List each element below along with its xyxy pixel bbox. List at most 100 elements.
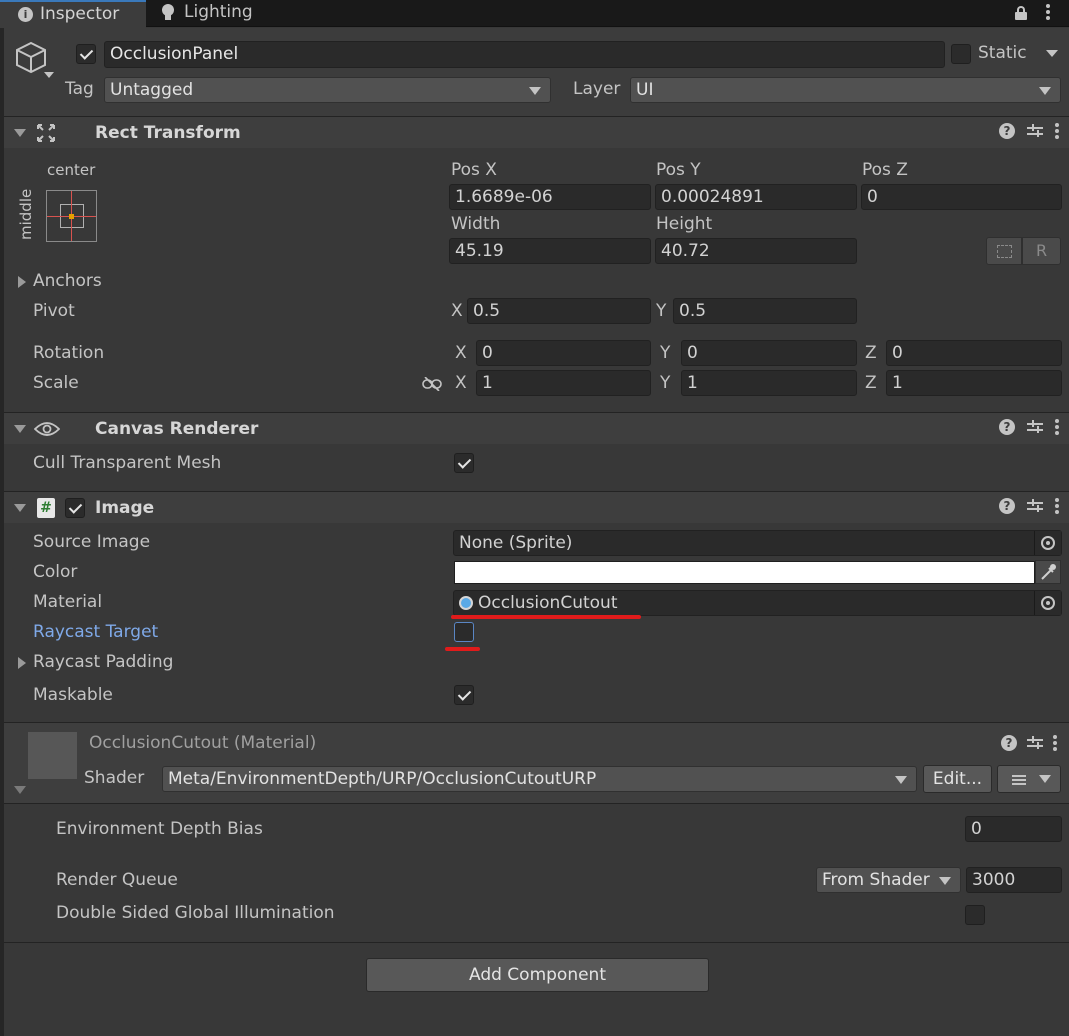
raycast-target-checkbox[interactable] [454, 622, 474, 642]
material-preview-thumbnail [28, 732, 77, 779]
tag-label: Tag [65, 79, 94, 99]
help-icon[interactable]: ? [999, 123, 1015, 139]
scale-z-axis: Z [865, 373, 877, 393]
material-picker-button[interactable] [1034, 591, 1061, 615]
shader-edit-button[interactable]: Edit... [923, 765, 992, 793]
static-dropdown-arrow[interactable] [1046, 50, 1058, 57]
presets-icon[interactable] [1027, 735, 1043, 751]
dsgi-checkbox[interactable] [965, 905, 985, 925]
lock-icon[interactable] [1014, 6, 1028, 20]
pos-x-field[interactable]: 1.6689e-06 [449, 184, 651, 210]
anchor-presets-button[interactable] [46, 190, 97, 242]
image-header[interactable]: # Image ? [4, 491, 1069, 523]
kebab-menu-icon[interactable] [1055, 419, 1059, 435]
chevron-down-icon [1039, 87, 1051, 95]
tab-lighting[interactable]: Lighting [148, 0, 278, 27]
help-icon[interactable]: ? [999, 498, 1015, 514]
help-icon[interactable]: ? [999, 419, 1015, 435]
shader-edit-label: Edit... [932, 769, 983, 789]
layer-dropdown[interactable]: UI [630, 77, 1061, 103]
dsgi-label: Double Sided Global Illumination [56, 903, 335, 923]
pos-z-field[interactable]: 0 [861, 184, 1062, 210]
presets-icon[interactable] [1027, 419, 1043, 435]
layer-value: UI [636, 80, 654, 100]
tab-lighting-label: Lighting [184, 2, 253, 22]
pivot-x-field[interactable]: 0.5 [467, 298, 651, 324]
cube-icon [14, 40, 48, 74]
pivot-x-axis: X [451, 301, 463, 321]
color-field[interactable] [454, 561, 1035, 584]
rot-x-field[interactable]: 0 [476, 340, 651, 366]
static-toggle[interactable] [951, 44, 971, 64]
scale-x-axis: X [455, 373, 467, 393]
kebab-menu-icon[interactable] [1055, 123, 1059, 139]
cull-transparent-mesh-checkbox[interactable] [454, 453, 474, 473]
scale-z-field[interactable]: 1 [886, 370, 1062, 396]
height-label: Height [656, 214, 713, 234]
render-queue-field[interactable]: 3000 [966, 867, 1062, 893]
material-field[interactable]: OcclusionCutout [453, 590, 1062, 616]
presets-icon[interactable] [1027, 498, 1043, 514]
tab-inspector-label: Inspector [40, 4, 120, 24]
icon-dropdown-arrow[interactable] [44, 72, 54, 78]
foldout-arrow-icon [14, 504, 26, 512]
shader-options-dropdown[interactable] [997, 765, 1061, 793]
pos-x-label: Pos X [451, 160, 497, 180]
rot-z-axis: Z [865, 343, 877, 363]
tab-menu-kebab-icon[interactable] [1046, 4, 1050, 20]
object-active-toggle[interactable] [76, 44, 96, 64]
raycast-padding-label[interactable]: Raycast Padding [33, 654, 173, 671]
object-name-field[interactable]: OcclusionPanel [104, 41, 945, 68]
scale-x-field[interactable]: 1 [476, 370, 651, 396]
raycast-padding-foldout-icon[interactable] [18, 657, 26, 669]
rect-transform-title: Rect Transform [95, 123, 241, 143]
annotation-underline-material [451, 615, 641, 619]
left-border [0, 28, 4, 1036]
anchors-foldout-icon[interactable] [18, 276, 26, 288]
env-depth-bias-field[interactable]: 0 [965, 816, 1062, 842]
bulb-base-icon [165, 15, 171, 20]
canvas-renderer-header[interactable]: Canvas Renderer ? [4, 412, 1069, 444]
maskable-label: Maskable [33, 685, 113, 705]
anchor-preset-h-label: center [47, 161, 96, 179]
pos-y-field[interactable]: 0.00024891 [655, 184, 857, 210]
raycast-target-label: Raycast Target [33, 622, 159, 642]
kebab-menu-icon[interactable] [1055, 498, 1059, 514]
add-component-button[interactable]: Add Component [366, 958, 709, 992]
raw-edit-button[interactable]: R [1022, 237, 1061, 265]
help-icon[interactable]: ? [1001, 735, 1017, 751]
static-label: Static [978, 43, 1027, 63]
material-label: Material [33, 592, 103, 612]
info-icon: i [18, 7, 33, 22]
kebab-menu-icon[interactable] [1053, 735, 1057, 751]
tab-inspector[interactable]: i Inspector [0, 0, 146, 28]
canvas-renderer-title: Canvas Renderer [95, 419, 259, 439]
maskable-checkbox[interactable] [454, 685, 474, 705]
anchors-label[interactable]: Anchors [33, 273, 102, 290]
blueprint-mode-button[interactable] [986, 237, 1022, 265]
constrain-proportions-icon[interactable] [422, 376, 442, 392]
width-field[interactable]: 45.19 [449, 238, 651, 264]
presets-icon[interactable] [1027, 123, 1043, 139]
rot-z-field[interactable]: 0 [886, 340, 1062, 366]
eyedropper-icon[interactable] [1035, 560, 1061, 584]
add-component-label: Add Component [468, 965, 606, 985]
anchor-preset-v-label: middle [17, 188, 35, 240]
chevron-down-icon [1039, 775, 1051, 783]
image-title: Image [95, 498, 155, 518]
scale-y-field[interactable]: 1 [681, 370, 857, 396]
tag-dropdown[interactable]: Untagged [104, 77, 551, 103]
shader-dropdown[interactable]: Meta/EnvironmentDepth/URP/OcclusionCutou… [162, 766, 917, 792]
image-enabled-toggle[interactable] [65, 498, 85, 518]
source-image-field[interactable]: None (Sprite) [453, 530, 1062, 556]
render-queue-mode-dropdown[interactable]: From Shader [816, 867, 961, 893]
list-icon [1012, 775, 1026, 777]
rot-y-field[interactable]: 0 [681, 340, 857, 366]
material-foldout-icon[interactable] [14, 786, 26, 794]
object-picker-button[interactable] [1034, 531, 1061, 555]
color-label: Color [33, 562, 78, 582]
height-field[interactable]: 40.72 [655, 238, 857, 264]
rect-transform-header[interactable]: Rect Transform ? [4, 116, 1069, 148]
pivot-label: Pivot [33, 301, 75, 321]
pivot-y-field[interactable]: 0.5 [673, 298, 857, 324]
